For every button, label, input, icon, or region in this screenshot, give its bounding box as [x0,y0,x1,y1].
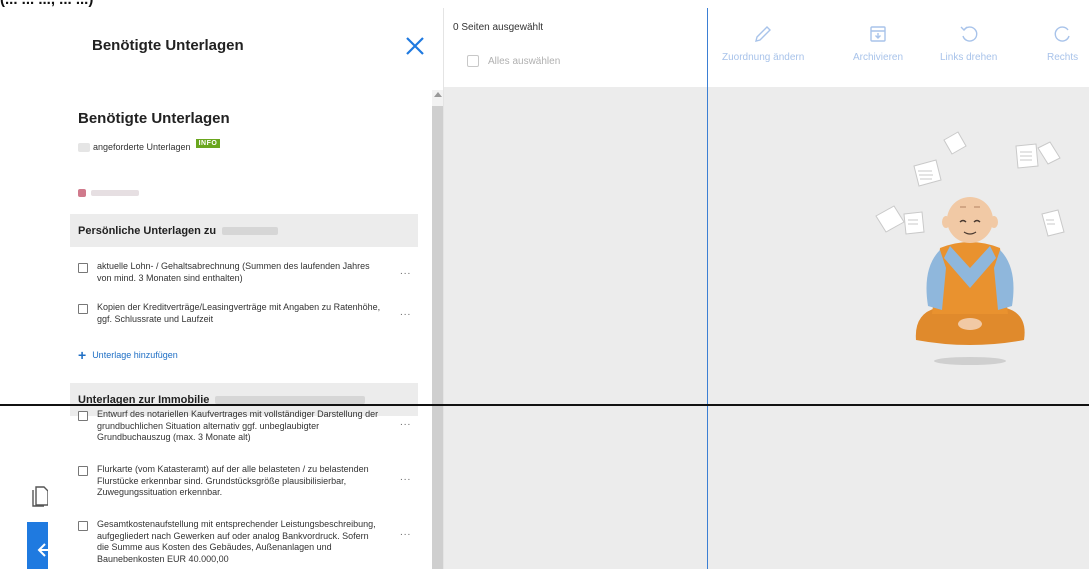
panel-scrollbar[interactable] [432,90,443,569]
selected-pages-count: 0 Seiten ausgewählt [453,22,544,33]
info-badge[interactable]: INFO [195,138,221,148]
panel-header: Benötigte Unterlagen [48,8,443,86]
document-preview: Zuordnung ändern Archivieren Links drehe… [707,8,1089,569]
page-selection-header: 0 Seiten ausgewählt Alles auswählen [444,8,707,87]
document-text: Entwurf des notariellen Kaufvertrages mi… [97,409,379,442]
document-checkbox[interactable] [78,304,88,314]
add-document-label: Unterlage hinzufügen [92,350,178,360]
document-item: Entwurf des notariellen Kaufvertrages mi… [78,409,411,444]
document-item: Gesamtkostenaufstellung mit entsprechend… [78,519,411,565]
archive-button[interactable]: Archivieren [853,24,903,63]
add-document-button[interactable]: + Unterlage hinzufügen [78,347,178,363]
group-header-personal: Persönliche Unterlagen zu [70,214,418,247]
tag-icon [78,189,86,197]
toolbar-label: Archivieren [853,52,904,63]
requested-label: angeforderte Unterlagen [93,142,191,152]
section-title: Benötigte Unterlagen [78,110,230,127]
archive-icon [870,26,886,42]
toolbar-label: Zuordnung ändern [722,52,805,63]
meditating-monk-illustration [875,131,1065,365]
checkbox-box [467,55,479,67]
document-icon[interactable] [30,484,50,508]
document-checkbox[interactable] [78,521,88,531]
document-checkbox[interactable] [78,411,88,421]
rotate-right-button[interactable]: Rechts [1047,24,1078,63]
change-assignment-button[interactable]: Zuordnung ändern [722,24,804,63]
document-checkbox[interactable] [78,466,88,476]
preview-toolbar: Zuordnung ändern Archivieren Links drehe… [708,8,1089,87]
document-item: Flurkarte (vom Katasteramt) auf der alle… [78,464,411,499]
document-text: Flurkarte (vom Katasteramt) auf der alle… [97,464,369,497]
redacted-address [215,395,366,404]
required-documents-panel: Benötigte Unterlagen Benötigte Unterlage… [48,8,444,569]
left-rail [0,8,64,569]
scroll-thumb[interactable] [432,106,443,569]
page-list-column: 0 Seiten ausgewählt Alles auswählen [444,8,707,569]
toolbar-label: Rechts [1047,52,1079,63]
pencil-icon [755,26,772,42]
rotate-left-button[interactable]: Links drehen [940,24,997,63]
more-options-button[interactable]: ... [400,266,411,277]
redacted-tag [78,189,139,197]
toolbar-label: Links drehen [940,52,998,63]
select-all-checkbox[interactable]: Alles auswählen [467,55,560,67]
close-button[interactable] [403,34,427,58]
group-title: Persönliche Unterlagen zu [78,224,217,237]
documents-scroll-area: Benötigte Unterlagen angeforderte Unterl… [48,88,443,569]
plus-icon: + [78,347,87,363]
redacted-count [78,142,90,152]
top-fragment: (... ... ..., ... ...) [0,0,93,8]
top-cropped-text: (... ... ..., ... ...) [0,0,1089,8]
document-text: Gesamtkostenaufstellung mit entsprechend… [97,519,376,564]
document-checkbox[interactable] [78,263,88,273]
select-all-label: Alles auswählen [488,55,561,67]
more-options-button[interactable]: ... [400,417,411,428]
requested-documents-line: angeforderte Unterlagen INFO [78,138,221,152]
more-options-button[interactable]: ... [400,527,411,538]
document-item: aktuelle Lohn- / Gehaltsabrechnung (Summ… [78,261,411,284]
more-options-button[interactable]: ... [400,472,411,483]
redacted-name [222,226,279,235]
more-options-button[interactable]: ... [400,307,411,318]
rotate-right-icon [1054,26,1070,42]
rotate-left-icon [960,26,977,42]
document-text: aktuelle Lohn- / Gehaltsabrechnung (Summ… [97,261,370,283]
scroll-up-arrow-icon[interactable] [434,92,442,97]
panel-title: Benötigte Unterlagen [92,37,244,54]
document-text: Kopien der Kreditverträge/Leasingverträg… [97,302,381,324]
close-icon [406,37,424,55]
document-item: Kopien der Kreditverträge/Leasingverträg… [78,302,411,325]
divider-line [0,404,1089,406]
